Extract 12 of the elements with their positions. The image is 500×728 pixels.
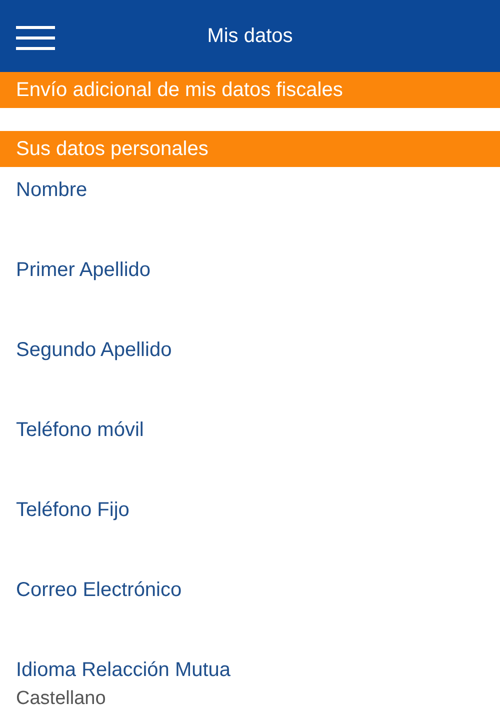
section-header: Sus datos personales (0, 131, 500, 167)
field-label: Teléfono móvil (16, 418, 145, 443)
field-label: Segundo Apellido (16, 338, 173, 363)
field-label: Idioma Relacción Mutua (16, 658, 232, 683)
field-label: Nombre (16, 178, 88, 203)
page-title: Mis datos (207, 24, 293, 48)
field-value[interactable]: Castellano (16, 687, 484, 711)
menu-icon[interactable] (16, 26, 55, 50)
field-label: Correo Electrónico (16, 578, 183, 603)
field-label: Primer Apellido (16, 258, 152, 283)
section-header: Envío adicional de mis datos fiscales (0, 72, 500, 108)
field-label: Teléfono Fijo (16, 498, 130, 523)
